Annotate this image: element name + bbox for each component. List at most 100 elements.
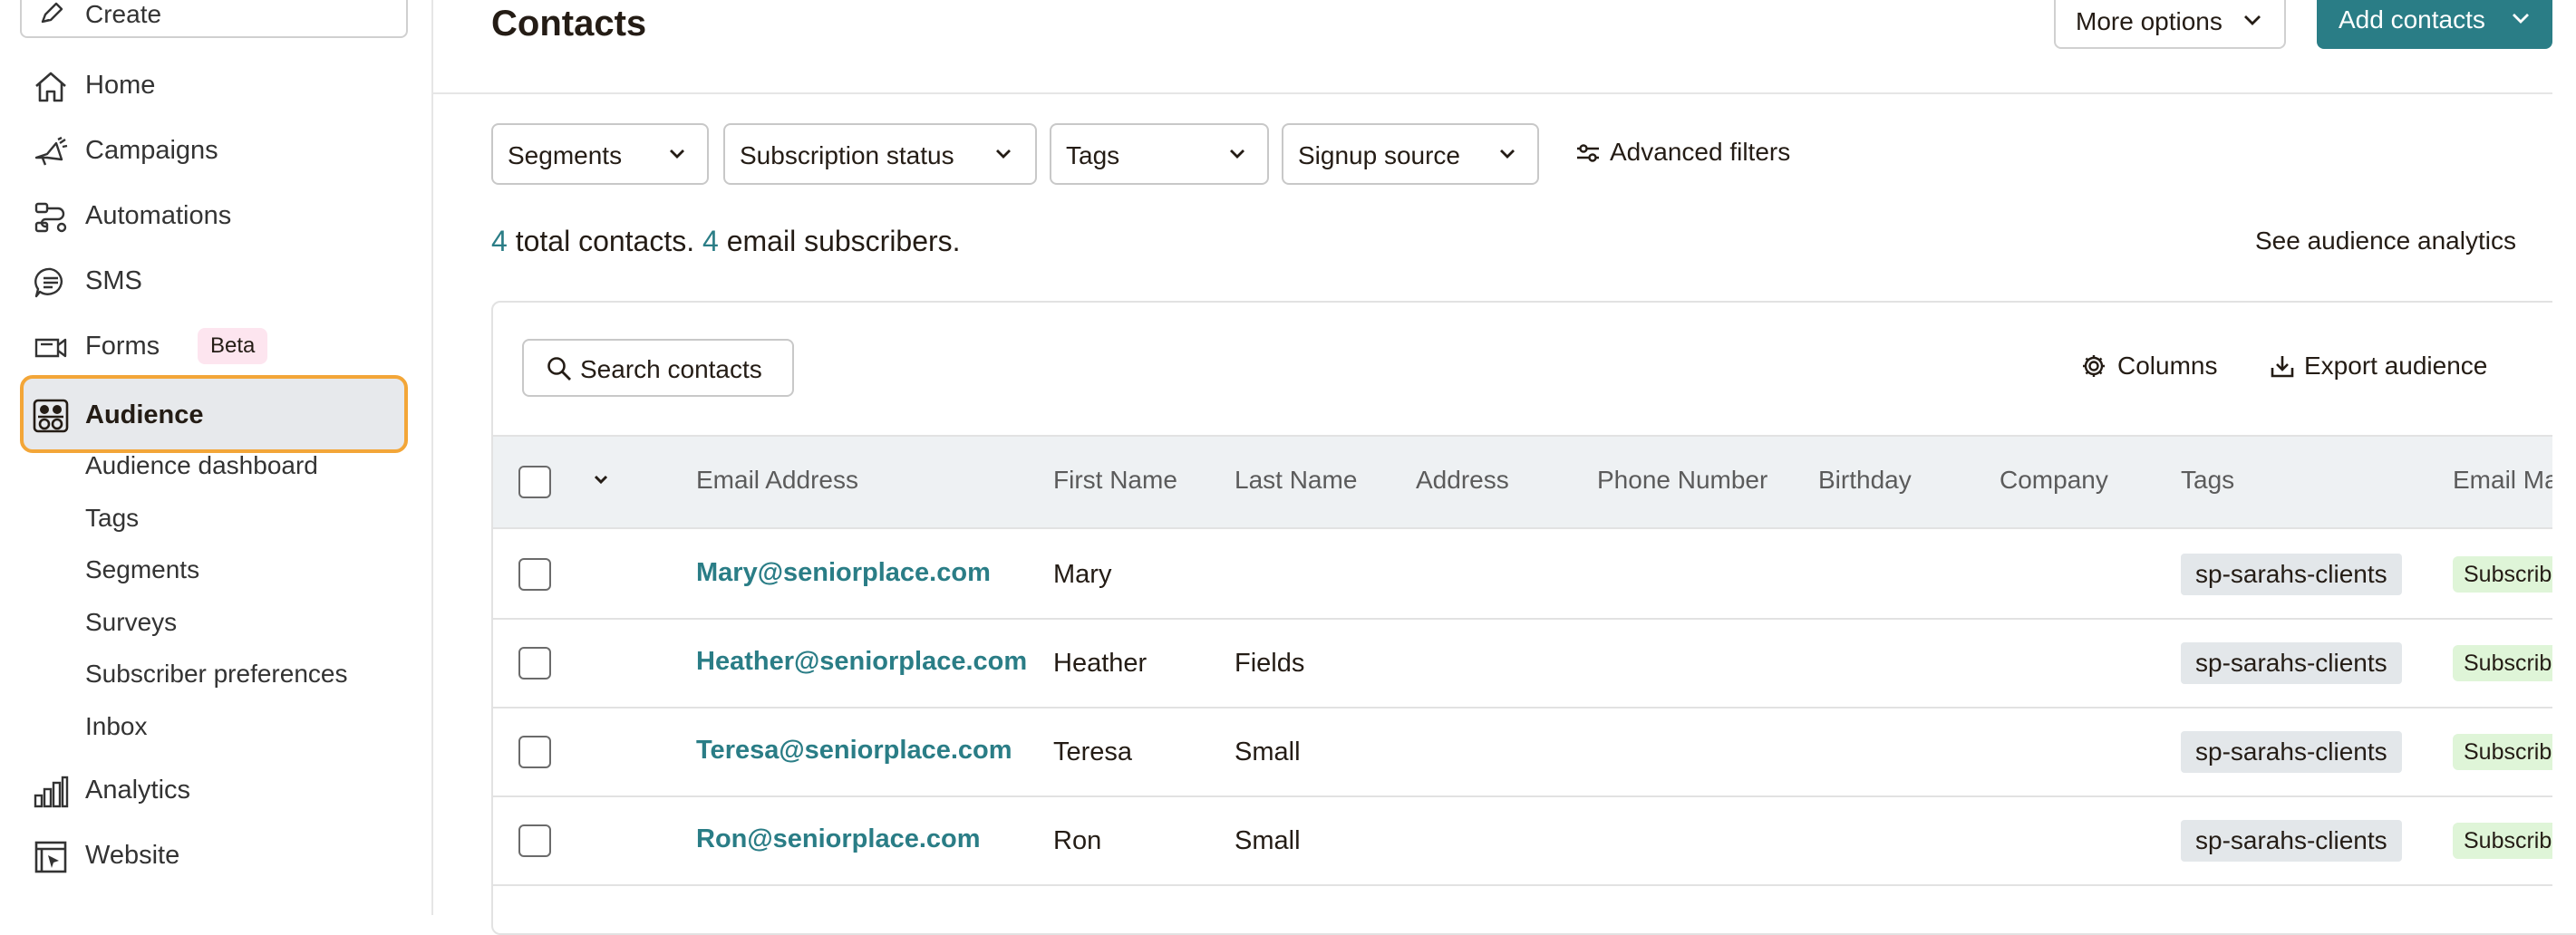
column-header-phone[interactable]: Phone Number [1597, 466, 1767, 495]
see-audience-analytics-link[interactable]: See audience analytics [2255, 227, 2516, 255]
last-name-cell: Small [1235, 826, 1301, 855]
sub-tags[interactable]: Tags [85, 504, 139, 533]
gear-icon [2081, 353, 2106, 383]
filter-label: Tags [1066, 141, 1120, 169]
row-divider [493, 707, 2576, 708]
sidebar: Create Home Campaigns Automations SMS Fo… [0, 0, 433, 915]
chevron-down-icon [992, 145, 1015, 168]
column-header-tags[interactable]: Tags [2181, 466, 2234, 495]
more-options-button[interactable]: More options [2054, 0, 2286, 49]
nav-automations[interactable]: Automations [20, 187, 408, 245]
viewport-edge [2552, 0, 2576, 915]
first-name-cell: Ron [1053, 826, 1102, 855]
sms-icon [33, 266, 69, 299]
column-header-last-name[interactable]: Last Name [1235, 466, 1357, 495]
add-contacts-label: Add contacts [2339, 5, 2485, 34]
more-options-label: More options [2076, 7, 2223, 35]
nav-label: SMS [85, 266, 142, 295]
nav-website[interactable]: Website [20, 826, 408, 884]
column-header-email[interactable]: Email Address [696, 466, 858, 495]
contact-email-link[interactable]: Ron@seniorplace.com [696, 824, 981, 854]
row-divider [493, 884, 2576, 886]
nav-campaigns[interactable]: Campaigns [20, 121, 408, 179]
create-button[interactable]: Create [20, 0, 408, 38]
columns-label: Columns [2117, 352, 2218, 380]
filter-tags[interactable]: Tags [1050, 123, 1269, 185]
filter-segments[interactable]: Segments [491, 123, 709, 185]
website-icon [33, 841, 69, 873]
row-checkbox[interactable] [518, 736, 551, 768]
tag-chip[interactable]: sp-sarahs-clients [2181, 731, 2402, 773]
column-header-birthday[interactable]: Birthday [1818, 466, 1912, 495]
sliders-icon [1575, 141, 1601, 169]
column-header-company[interactable]: Company [2000, 466, 2108, 495]
row-checkbox[interactable] [518, 647, 551, 680]
status-badge: Subscrib [2453, 734, 2563, 770]
chevron-down-icon [1225, 145, 1249, 168]
nav-analytics[interactable]: Analytics [20, 761, 408, 819]
search-icon [546, 355, 573, 387]
contact-email-link[interactable]: Heather@seniorplace.com [696, 647, 1027, 677]
nav-audience[interactable]: Audience [20, 375, 408, 453]
add-contacts-button[interactable]: Add contacts [2317, 0, 2552, 49]
email-count: 4 [702, 225, 719, 257]
nav-label: Campaigns [85, 136, 218, 165]
first-name-cell: Teresa [1053, 737, 1133, 766]
contact-email-link[interactable]: Mary@seniorplace.com [696, 558, 991, 588]
nav-label: Home [85, 71, 156, 100]
sub-audience-dashboard[interactable]: Audience dashboard [85, 451, 318, 480]
search-contacts-button[interactable]: Search contacts [522, 339, 794, 397]
contact-email-link[interactable]: Teresa@seniorplace.com [696, 736, 1012, 766]
filter-subscription-status[interactable]: Subscription status [723, 123, 1037, 185]
row-checkbox[interactable] [518, 824, 551, 857]
column-header-email-marketing[interactable]: Email Ma [2453, 466, 2559, 495]
first-name-cell: Mary [1053, 560, 1112, 589]
filter-label: Segments [508, 141, 623, 169]
create-label: Create [85, 0, 162, 28]
audience-icon [33, 399, 69, 433]
home-icon [33, 71, 69, 103]
tag-chip[interactable]: sp-sarahs-clients [2181, 554, 2402, 595]
page-title: Contacts [491, 4, 647, 43]
total-count: 4 [491, 225, 508, 257]
nav-label: Analytics [85, 776, 191, 805]
column-header-address[interactable]: Address [1416, 466, 1509, 495]
search-contacts-label: Search contacts [580, 355, 762, 383]
download-icon [2270, 353, 2295, 383]
sub-subscriber-preferences[interactable]: Subscriber preferences [85, 660, 347, 689]
sub-surveys[interactable]: Surveys [85, 608, 177, 637]
tag-chip[interactable]: sp-sarahs-clients [2181, 642, 2402, 684]
row-checkbox[interactable] [518, 558, 551, 591]
forms-icon [33, 332, 69, 364]
column-header-first-name[interactable]: First Name [1053, 466, 1177, 495]
export-audience-label: Export audience [2304, 352, 2488, 380]
first-name-cell: Heather [1053, 649, 1148, 678]
nav-home[interactable]: Home [20, 56, 408, 114]
status-badge: Subscrib [2453, 556, 2563, 593]
status-badge: Subscrib [2453, 645, 2563, 681]
chevron-down-icon [1496, 145, 1519, 168]
filter-label: Subscription status [740, 141, 954, 169]
analytics-icon [33, 776, 69, 808]
filter-label: Signup source [1298, 141, 1461, 169]
automation-icon [33, 201, 69, 234]
select-all-checkbox[interactable] [518, 466, 551, 498]
chevron-down-icon [665, 145, 689, 168]
megaphone-icon [33, 136, 69, 169]
status-badge: Subscrib [2453, 823, 2563, 859]
pencil-icon [38, 0, 65, 32]
header-divider [433, 92, 2576, 94]
last-name-cell: Small [1235, 737, 1301, 766]
nav-sms[interactable]: SMS [20, 252, 408, 310]
row-divider [493, 618, 2576, 620]
chevron-down-icon[interactable] [591, 471, 611, 492]
sub-segments[interactable]: Segments [85, 555, 199, 584]
nav-forms[interactable]: Forms Beta [20, 317, 408, 375]
beta-badge: Beta [198, 328, 268, 364]
nav-label: Forms [85, 332, 160, 361]
row-divider [493, 795, 2576, 797]
tag-chip[interactable]: sp-sarahs-clients [2181, 820, 2402, 862]
filter-signup-source[interactable]: Signup source [1282, 123, 1539, 185]
chevron-down-icon [2241, 11, 2264, 34]
sub-inbox[interactable]: Inbox [85, 712, 148, 741]
